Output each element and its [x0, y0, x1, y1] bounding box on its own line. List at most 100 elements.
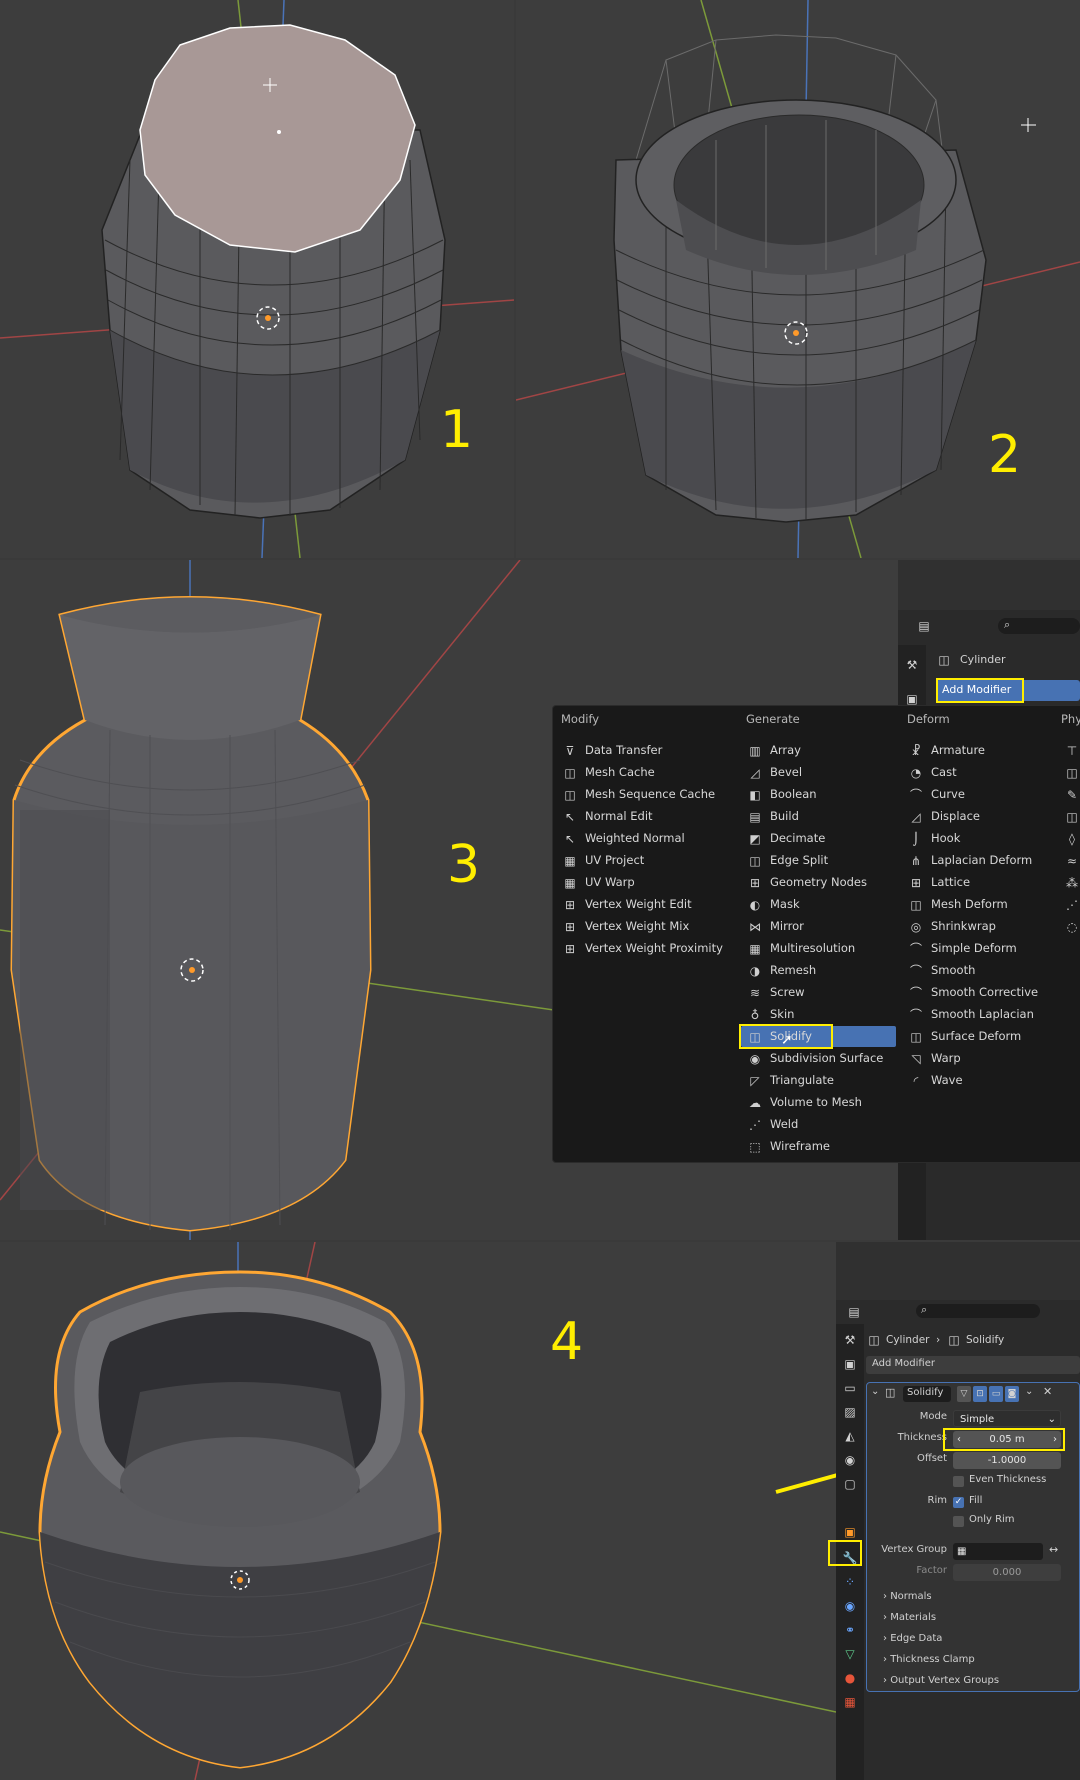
menu-item-displace[interactable]: ◿ Displace — [909, 806, 980, 827]
render-tab-icon[interactable]: ▣ — [842, 1356, 858, 1372]
menu-item-smooth-corrective[interactable]: ⌒ Smooth Corrective — [909, 982, 1038, 1003]
only-rim-checkbox[interactable] — [953, 1516, 964, 1527]
dropdown-chevron-icon[interactable]: ⌄ — [1025, 1386, 1033, 1397]
editor-type-icon[interactable]: ▤ — [916, 618, 932, 634]
menu-item-weld[interactable]: ⋰ Weld — [748, 1114, 798, 1135]
menu-item-mesh-deform[interactable]: ◫ Mesh Deform — [909, 894, 1007, 915]
menu-item-physics-8[interactable]: ⋰ — [1065, 894, 1080, 915]
menu-item-edge-split[interactable]: ◫ Edge Split — [748, 850, 828, 871]
menu-item-skin[interactable]: ♁ Skin — [748, 1004, 795, 1025]
menu-item-wireframe[interactable]: ⬚ Wireframe — [748, 1136, 830, 1157]
menu-item-mesh-cache[interactable]: ◫ Mesh Cache — [563, 762, 654, 783]
physics-tab-icon[interactable]: ◉ — [842, 1598, 858, 1614]
tool-tab-icon[interactable]: ⚒ — [904, 657, 920, 673]
menu-item-vertex-weight-proximity[interactable]: ⊞ Vertex Weight Proximity — [563, 938, 723, 959]
menu-item-shrinkwrap[interactable]: ◎ Shrinkwrap — [909, 916, 996, 937]
menu-item-build[interactable]: ▤ Build — [748, 806, 799, 827]
data-tab-icon[interactable]: ▽ — [842, 1646, 858, 1662]
section-materials[interactable]: › Materials — [883, 1612, 936, 1623]
tool-tab-icon[interactable]: ⚒ — [842, 1332, 858, 1348]
menu-item-surface-deform[interactable]: ◫ Surface Deform — [909, 1026, 1021, 1047]
menu-item-uv-warp[interactable]: ▦ UV Warp — [563, 872, 634, 893]
factor-input[interactable]: 0.000 — [953, 1564, 1061, 1581]
output-tab-icon[interactable]: ▭ — [842, 1380, 858, 1396]
menu-item-volume-to-mesh[interactable]: ☁ Volume to Mesh — [748, 1092, 862, 1113]
viewport-toggle[interactable]: ▭ — [989, 1386, 1003, 1402]
view-layer-tab-icon[interactable]: ▨ — [842, 1404, 858, 1420]
menu-item-hook[interactable]: ⌡ Hook — [909, 828, 961, 849]
section-normals[interactable]: › Normals — [883, 1591, 932, 1602]
menu-item-mirror[interactable]: ⋈ Mirror — [748, 916, 804, 937]
menu-item-smooth-laplacian[interactable]: ⌒ Smooth Laplacian — [909, 1004, 1034, 1025]
menu-item-physics-9[interactable]: ◌ — [1065, 916, 1080, 937]
menu-item-screw[interactable]: ≋ Screw — [748, 982, 805, 1003]
collection-tab-icon[interactable]: ▢ — [842, 1476, 858, 1492]
menu-item-weighted-normal[interactable]: ↖ Weighted Normal — [563, 828, 685, 849]
particles-tab-icon[interactable]: ⁘ — [842, 1574, 858, 1590]
section-thickness-clamp[interactable]: › Thickness Clamp — [883, 1654, 975, 1665]
menu-item-vertex-weight-mix[interactable]: ⊞ Vertex Weight Mix — [563, 916, 689, 937]
menu-item-armature[interactable]: ☧ Armature — [909, 740, 985, 761]
object-tab-icon[interactable]: ▣ — [842, 1524, 858, 1540]
menu-item-cast[interactable]: ◔ Cast — [909, 762, 957, 783]
constraints-tab-icon[interactable]: ⚭ — [842, 1622, 858, 1638]
menu-item-boolean[interactable]: ◧ Boolean — [748, 784, 816, 805]
menu-item-triangulate[interactable]: ◸ Triangulate — [748, 1070, 834, 1091]
properties-search-input[interactable]: ⌕ — [998, 618, 1080, 634]
menu-item-array[interactable]: ▥ Array — [748, 740, 801, 761]
menu-item-physics-4[interactable]: ◫ — [1065, 806, 1080, 827]
vertex-group-field[interactable]: ▦ — [953, 1543, 1043, 1560]
edit-mode-toggle[interactable]: ▽ — [957, 1386, 971, 1402]
menu-item-simple-deform[interactable]: ⌒ Simple Deform — [909, 938, 1017, 959]
menu-item-bevel[interactable]: ◿ Bevel — [748, 762, 802, 783]
menu-item-physics-2[interactable]: ◫ — [1065, 762, 1080, 783]
menu-item-uv-project[interactable]: ▦ UV Project — [563, 850, 644, 871]
menu-item-multiresolution[interactable]: ▦ Multiresolution — [748, 938, 855, 959]
properties-search-input[interactable]: ⌕ — [916, 1303, 1040, 1318]
close-icon[interactable]: ✕ — [1043, 1385, 1052, 1398]
on-cage-toggle[interactable]: ⊡ — [973, 1386, 987, 1402]
viewport-step-4[interactable]: 4 ▤ ⌕ ⚒ ▣ ▭ ▨ ◭ ◉ ▢ ▣ 🔧 ⁘ ◉ ⚭ ▽ ● ▦ ◫ Cy… — [0, 1242, 1080, 1780]
viewport-step-2[interactable]: 2 — [516, 0, 1080, 558]
add-modifier-menu[interactable]: Modify Generate Deform Phy ⊽ Data Transfe… — [552, 705, 1080, 1163]
render-toggle[interactable]: ◙ — [1005, 1386, 1019, 1402]
modifier-name-field[interactable]: Solidify — [903, 1386, 951, 1402]
world-tab-icon[interactable]: ◉ — [842, 1452, 858, 1468]
menu-item-decimate[interactable]: ◩ Decimate — [748, 828, 825, 849]
menu-item-curve[interactable]: ⌒ Curve — [909, 784, 965, 805]
texture-tab-icon[interactable]: ▦ — [842, 1694, 858, 1710]
menu-item-mesh-sequence-cache[interactable]: ◫ Mesh Sequence Cache — [563, 784, 715, 805]
menu-item-remesh[interactable]: ◑ Remesh — [748, 960, 816, 981]
menu-item-geometry-nodes[interactable]: ⊞ Geometry Nodes — [748, 872, 867, 893]
menu-item-smooth[interactable]: ⌒ Smooth — [909, 960, 975, 981]
menu-item-mask[interactable]: ◐ Mask — [748, 894, 800, 915]
menu-item-physics-6[interactable]: ≈ — [1065, 850, 1080, 871]
menu-item-normal-edit[interactable]: ↖ Normal Edit — [563, 806, 653, 827]
menu-item-physics-3[interactable]: ✎ — [1065, 784, 1080, 805]
menu-item-physics-5[interactable]: ◊ — [1065, 828, 1080, 849]
invert-arrows-icon[interactable]: ↔ — [1049, 1543, 1058, 1556]
menu-item-physics-7[interactable]: ⁂ — [1065, 872, 1080, 893]
menu-item-wave[interactable]: ◜ Wave — [909, 1070, 963, 1091]
fill-checkbox[interactable]: ✓ — [953, 1497, 964, 1508]
menu-item-physics-1[interactable]: ⊤ — [1065, 740, 1080, 761]
section-output-vertex-groups[interactable]: › Output Vertex Groups — [883, 1675, 999, 1686]
material-tab-icon[interactable]: ● — [842, 1670, 858, 1686]
properties-editor-step-4[interactable]: ▤ ⌕ ⚒ ▣ ▭ ▨ ◭ ◉ ▢ ▣ 🔧 ⁘ ◉ ⚭ ▽ ● ▦ ◫ Cyli… — [828, 1242, 1080, 1780]
solidify-modifier-panel[interactable]: ⌄ ◫ Solidify ▽ ⊡ ▭ ◙ ⌄ ✕ Mode Simple ⌄ T… — [866, 1382, 1080, 1692]
menu-item-vertex-weight-edit[interactable]: ⊞ Vertex Weight Edit — [563, 894, 692, 915]
collapse-chevron-icon[interactable]: ⌄ — [871, 1386, 879, 1397]
menu-item-lattice[interactable]: ⊞ Lattice — [909, 872, 970, 893]
section-edge-data[interactable]: › Edge Data — [883, 1633, 942, 1644]
add-modifier-button[interactable]: Add Modifier — [866, 1356, 1080, 1374]
even-thickness-checkbox[interactable] — [953, 1476, 964, 1487]
menu-item-data-transfer[interactable]: ⊽ Data Transfer — [563, 740, 663, 761]
mode-select[interactable]: Simple ⌄ — [953, 1410, 1061, 1427]
offset-input[interactable]: -1.0000 — [953, 1452, 1061, 1469]
menu-item-warp[interactable]: ◹ Warp — [909, 1048, 960, 1069]
menu-item-subdivision-surface[interactable]: ◉ Subdivision Surface — [748, 1048, 884, 1069]
editor-type-icon[interactable]: ▤ — [846, 1304, 862, 1320]
menu-item-laplacian-deform[interactable]: ⋔ Laplacian Deform — [909, 850, 1032, 871]
viewport-step-1[interactable]: 1 — [0, 0, 514, 558]
scene-tab-icon[interactable]: ◭ — [842, 1428, 858, 1444]
